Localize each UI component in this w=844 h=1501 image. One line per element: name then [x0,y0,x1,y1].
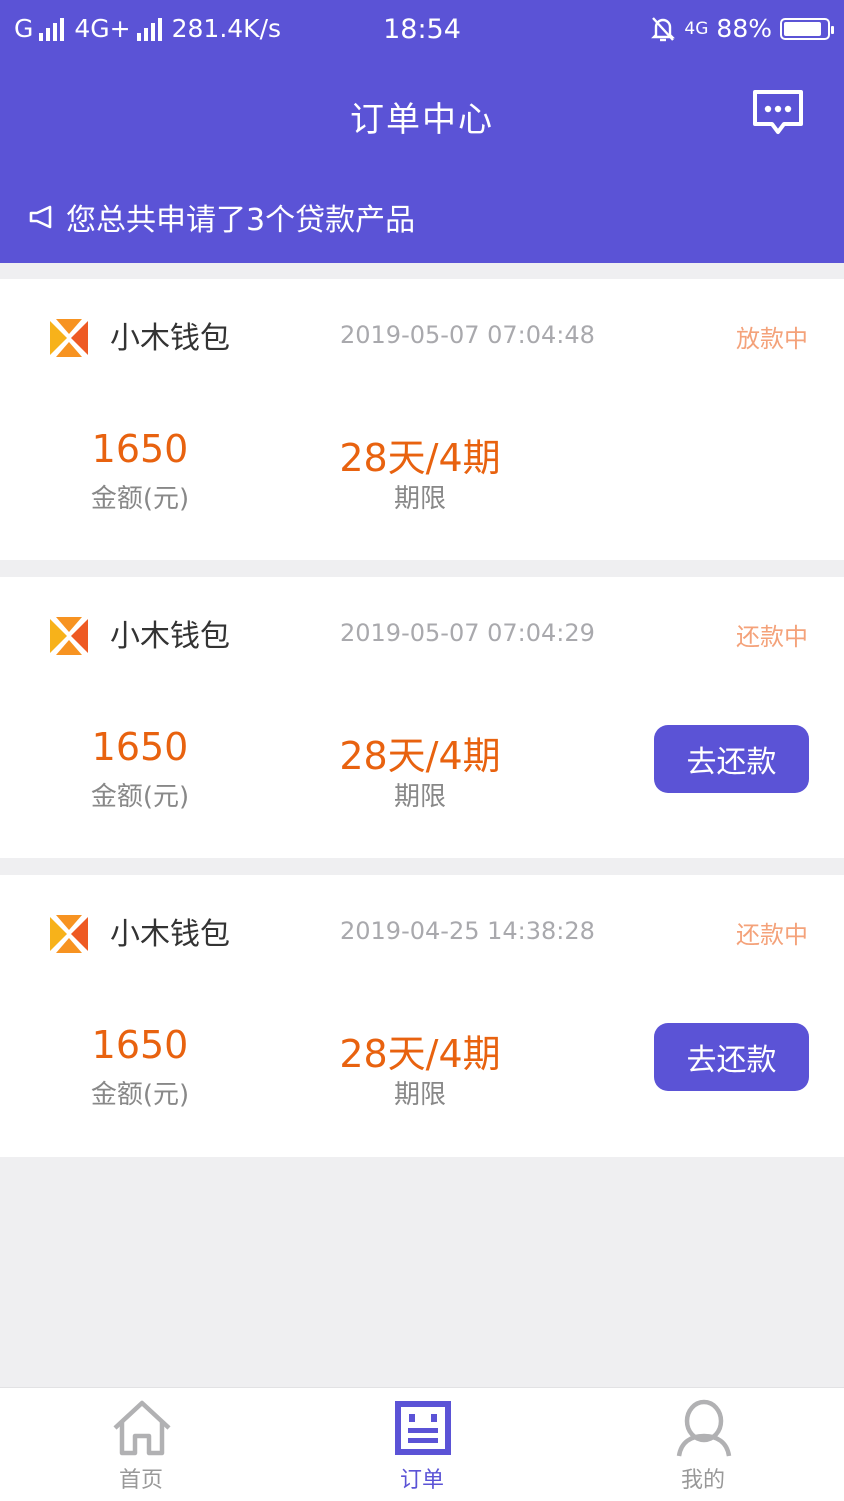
amount-label: 金额(元) [90,484,190,514]
notice-text: 您总共申请了3个贷款产品 [66,203,416,238]
tab-profile[interactable]: 我的 [643,1388,763,1501]
xiaomu-logo-icon [50,915,88,953]
order-status: 还款中 [736,623,808,651]
tab-label: 我的 [680,1468,725,1493]
term-label: 期限 [393,484,446,514]
tab-label: 订单 [399,1468,444,1493]
repay-button[interactable]: 去还款 [654,725,809,793]
order-status: 放款中 [736,325,808,353]
tab-orders[interactable]: 订单 [362,1388,482,1501]
term-value: 28天/4期 [339,1032,501,1076]
order-status: 还款中 [736,921,808,949]
page-title: 订单中心 [350,100,494,140]
product-name: 小木钱包 [110,619,230,654]
xiaomu-logo-icon [50,319,88,357]
amount-label: 金额(元) [90,1080,190,1110]
repay-button[interactable]: 去还款 [654,1023,809,1091]
network-right-label: 4G [684,18,709,39]
home-icon [113,1400,171,1456]
megaphone-icon [29,205,52,229]
tab-home[interactable]: 首页 [81,1388,201,1501]
battery-icon [780,17,834,40]
term-label: 期限 [393,782,446,812]
term-value: 28天/4期 [339,436,501,480]
amount-value: 1650 [91,1023,189,1067]
order-card[interactable]: 小木钱包 2019-05-07 07:04:48 放款中 1650 金额(元) … [0,279,844,560]
term-label: 期限 [393,1080,446,1110]
order-time: 2019-04-25 14:38:28 [340,917,595,945]
term-value: 28天/4期 [339,734,501,778]
header: G 4G+ 281.4K/s 18:54 4G 88% 订单中心 您总共申请了3… [0,0,844,263]
tab-label: 首页 [118,1468,163,1493]
order-time: 2019-05-07 07:04:48 [340,321,595,349]
tab-bar: 首页 订单 我的 [0,1387,844,1501]
order-time: 2019-05-07 07:04:29 [340,619,595,647]
message-button[interactable] [750,88,806,140]
order-card[interactable]: 小木钱包 2019-04-25 14:38:28 还款中 1650 金额(元) … [0,875,844,1157]
status-bar: G 4G+ 281.4K/s 18:54 4G 88% [0,0,844,60]
xiaomu-logo-icon [50,617,88,655]
product-name: 小木钱包 [110,321,230,356]
order-icon [395,1401,451,1455]
amount-value: 1650 [91,427,189,471]
order-card[interactable]: 小木钱包 2019-05-07 07:04:29 还款中 1650 金额(元) … [0,577,844,858]
mute-bell-icon [651,16,676,41]
amount-label: 金额(元) [90,782,190,812]
amount-value: 1650 [91,725,189,769]
message-icon [753,90,803,134]
battery-percent: 88% [716,14,772,43]
product-name: 小木钱包 [110,917,230,952]
notice-bar: 您总共申请了3个贷款产品 [28,195,415,239]
profile-icon [676,1399,732,1457]
